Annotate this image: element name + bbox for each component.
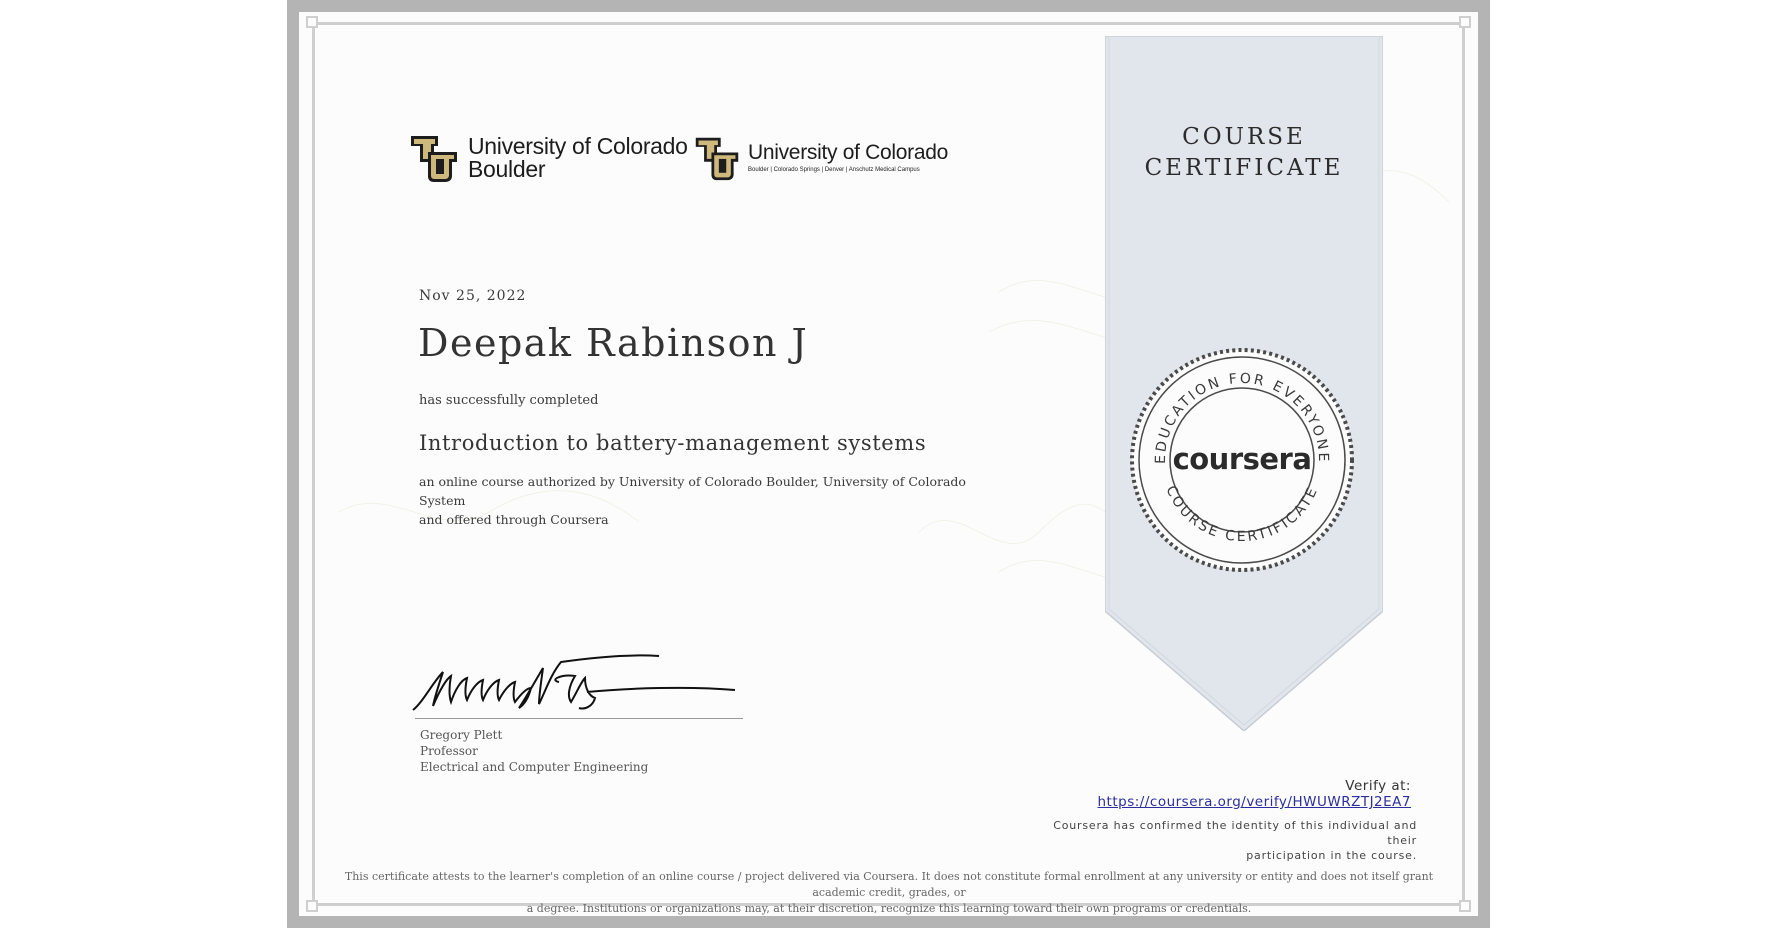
course-title: Introduction to battery-management syste… xyxy=(419,431,927,455)
identity-note-line-1: Coursera has confirmed the identity of t… xyxy=(1053,819,1417,847)
description-line-1: an online course authorized by Universit… xyxy=(419,474,966,508)
signer-info: Gregory Plett Professor Electrical and C… xyxy=(420,727,648,775)
cu-system-logo: University of Colorado Boulder | Colorad… xyxy=(693,134,948,182)
logo-line-2: Boulder xyxy=(468,156,546,182)
disclaimer-line-1: This certificate attests to the learner'… xyxy=(344,870,1434,899)
ribbon-title-line-1: COURSE xyxy=(1182,124,1306,150)
cu-boulder-logo: University of Colorado Boulder xyxy=(408,132,688,184)
disclaimer-line-2: a degree. Institutions or organizations … xyxy=(526,902,1252,915)
signer-department: Electrical and Computer Engineering xyxy=(420,760,649,774)
identity-note: Coursera has confirmed the identity of t… xyxy=(1037,818,1417,863)
certificate-frame: University of Colorado Boulder Universit… xyxy=(287,0,1490,928)
description-line-2: and offered through Coursera xyxy=(419,512,609,527)
recipient-name: Deepak Rabinson J xyxy=(418,321,809,365)
identity-note-line-2: participation in the course. xyxy=(1246,849,1417,862)
completed-text: has successfully completed xyxy=(419,393,599,408)
signer-title: Professor xyxy=(420,744,478,758)
course-description: an online course authorized by Universit… xyxy=(419,472,979,529)
verify-block: Verify at: https://coursera.org/verify/H… xyxy=(1098,778,1412,810)
coursera-seal: EDUCATION FOR EVERYONE COURSE CERTIFICAT… xyxy=(1130,348,1354,572)
logo-campuses: Boulder | Colorado Springs | Denver | An… xyxy=(748,166,920,173)
corner-ornament xyxy=(1459,900,1471,912)
ribbon-title: COURSE CERTIFICATE xyxy=(1105,122,1383,184)
certificate-disclaimer: This certificate attests to the learner'… xyxy=(334,869,1444,917)
seal-brand: coursera xyxy=(1173,442,1312,476)
signature-image xyxy=(412,654,736,711)
cu-monogram-icon xyxy=(695,137,739,181)
cu-monogram-icon xyxy=(411,136,457,182)
cu-boulder-wordmark: University of Colorado Boulder xyxy=(468,135,688,181)
issue-date: Nov 25, 2022 xyxy=(419,288,527,304)
corner-ornament xyxy=(306,900,318,912)
corner-ornament xyxy=(1459,16,1471,28)
signer-name: Gregory Plett xyxy=(420,728,503,742)
verify-label: Verify at: xyxy=(1345,778,1411,794)
ribbon-title-line-2: CERTIFICATE xyxy=(1144,155,1344,181)
signature-line xyxy=(415,718,743,719)
logo-line-1: University of Colorado xyxy=(468,133,688,159)
cu-system-wordmark: University of Colorado Boulder | Colorad… xyxy=(748,140,948,175)
verify-link[interactable]: https://coursera.org/verify/HWUWRZTJ2EA7 xyxy=(1098,794,1412,810)
logo-line-1: University of Colorado xyxy=(748,140,948,164)
certificate-paper: University of Colorado Boulder Universit… xyxy=(299,12,1478,916)
corner-ornament xyxy=(306,16,318,28)
